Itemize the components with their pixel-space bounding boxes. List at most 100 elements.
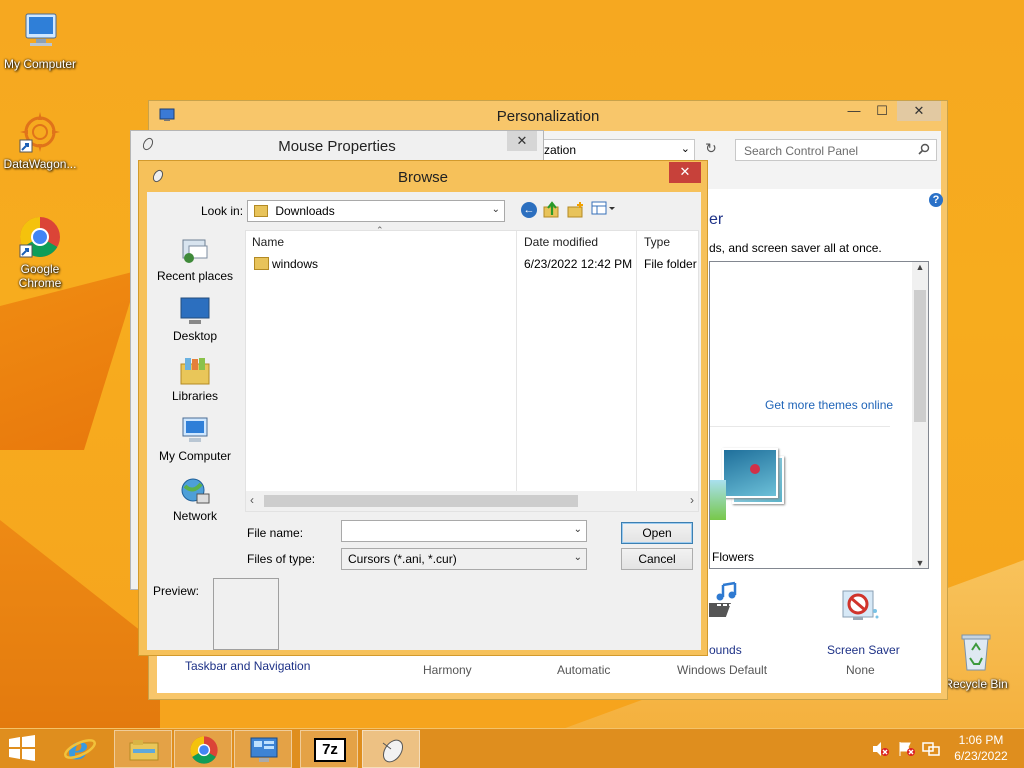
action-center-flag-icon[interactable] <box>898 741 916 760</box>
taskbar-7zip[interactable]: 7z <box>300 730 358 768</box>
table-row[interactable]: windows 6/23/2022 12:42 PM File folder <box>246 253 698 275</box>
maximize-button[interactable]: ☐ <box>869 101 895 121</box>
mouse-icon <box>377 735 407 768</box>
file-list[interactable]: ⌃ Name Date modified Type windows 6/23/2… <box>245 225 700 512</box>
scrollbar[interactable]: ▲ ▼ <box>912 262 928 568</box>
screen-saver-link[interactable]: Screen Saver <box>827 643 900 657</box>
refresh-icon[interactable]: ↻ <box>701 140 721 160</box>
page-heading: er <box>709 211 724 228</box>
preview-label: Preview: <box>153 584 200 598</box>
file-name: windows <box>272 257 319 271</box>
get-more-themes-link[interactable]: Get more themes online <box>765 398 893 412</box>
scroll-up-icon[interactable]: ▲ <box>912 262 928 272</box>
network-icon <box>179 476 211 506</box>
file-name-input[interactable]: ⌄ <box>341 520 587 542</box>
themes-list[interactable]: ▲ ▼ Get more themes online Flowers <box>709 261 929 569</box>
chevron-down-icon: ⌄ <box>491 204 500 215</box>
place-label: Desktop <box>172 329 218 343</box>
taskbar-chrome[interactable] <box>174 730 232 768</box>
clock-date: 6/23/2022 <box>954 749 1008 763</box>
files-of-type-dropdown[interactable]: Cursors (*.ani, *.cur) ⌄ <box>341 548 587 570</box>
7zip-icon: 7z <box>314 738 346 762</box>
search-icon[interactable] <box>918 143 930 158</box>
screen-saver-icon[interactable] <box>837 587 881 631</box>
chevron-down-icon: ⌄ <box>573 552 582 563</box>
place-label: Recent places <box>156 269 234 283</box>
window-title: Personalization <box>496 108 600 125</box>
look-in-value: Downloads <box>275 204 335 218</box>
datawagon-icon <box>18 110 62 154</box>
address-text: zation <box>544 143 577 157</box>
desktop-icon-label: DataWagon... <box>3 157 77 171</box>
close-button[interactable]: ✕ <box>897 101 941 121</box>
desktop-icon-datawagon[interactable]: DataWagon... <box>0 110 80 171</box>
taskbar-navigation-link[interactable]: Taskbar and Navigation <box>185 659 310 673</box>
scroll-left-icon[interactable]: ‹ <box>250 493 254 507</box>
files-of-type-value: Cursors (*.ani, *.cur) <box>348 552 457 566</box>
internet-explorer-icon[interactable]: e <box>62 729 102 767</box>
address-bar[interactable]: zation ⌄ <box>537 139 695 161</box>
taskbar-mouse-properties[interactable] <box>362 730 420 768</box>
taskbar-control-panel[interactable] <box>234 730 292 768</box>
new-folder-icon[interactable] <box>567 201 585 222</box>
preview-box <box>213 578 279 650</box>
sounds-link[interactable]: ounds <box>709 643 742 657</box>
look-in-label: Look in: <box>201 204 244 218</box>
clock[interactable]: 1:06 PM 6/23/2022 <box>946 733 1016 763</box>
folder-icon <box>254 205 268 217</box>
column-header-type[interactable]: Type <box>638 231 700 253</box>
windows-start-icon[interactable] <box>8 735 38 763</box>
theme-flowers-thumbnail[interactable] <box>710 446 790 530</box>
taskbar-file-explorer[interactable] <box>114 730 172 768</box>
place-libraries[interactable]: Libraries <box>147 356 243 403</box>
window-title: Mouse Properties <box>278 138 396 155</box>
up-folder-icon[interactable] <box>543 201 561 222</box>
scroll-thumb[interactable] <box>264 495 578 507</box>
desktop-icon-recycle-bin[interactable]: Recycle Bin <box>936 630 1016 691</box>
scroll-right-icon[interactable]: › <box>690 493 694 507</box>
open-button[interactable]: Open <box>621 522 693 544</box>
scroll-down-icon[interactable]: ▼ <box>912 558 928 568</box>
chrome-icon <box>18 215 62 259</box>
look-in-dropdown[interactable]: Downloads ⌄ <box>247 200 505 222</box>
minimize-button[interactable]: — <box>841 101 867 121</box>
browse-titlebar[interactable]: Browse ✕ <box>139 161 707 191</box>
theme-flowers-label[interactable]: Flowers <box>712 550 754 564</box>
network-icon[interactable] <box>922 741 940 760</box>
volume-muted-icon[interactable] <box>872 741 890 760</box>
sounds-value: Windows Default <box>677 663 768 677</box>
file-name-label: File name: <box>247 526 304 540</box>
desktop-icon-my-computer[interactable]: My Computer <box>0 10 80 71</box>
personalization-titlebar[interactable]: Personalization — ☐ ✕ <box>149 101 947 131</box>
mouse-properties-titlebar[interactable]: Mouse Properties ✕ <box>131 131 543 161</box>
scroll-thumb[interactable] <box>914 290 926 422</box>
chevron-down-icon[interactable]: ⌄ <box>681 142 690 155</box>
desktop-icon-label: My Computer <box>3 57 77 71</box>
place-label: Libraries <box>171 389 219 403</box>
file-explorer-icon <box>129 739 159 764</box>
browse-body: Look in: Downloads ⌄ ← Recent places Des… <box>147 192 701 650</box>
horizontal-scrollbar[interactable]: ‹ › <box>246 491 698 511</box>
close-button[interactable]: ✕ <box>507 131 537 151</box>
color-value: Automatic <box>557 663 611 677</box>
desktop-icon <box>179 296 211 326</box>
help-icon[interactable]: ? <box>929 193 943 207</box>
close-button[interactable]: ✕ <box>669 162 701 183</box>
place-recent-places[interactable]: Recent places <box>147 236 243 283</box>
background-value: Harmony <box>423 663 472 677</box>
search-input[interactable]: Search Control Panel <box>735 139 937 161</box>
search-placeholder: Search Control Panel <box>744 144 859 158</box>
place-network[interactable]: Network <box>147 476 243 523</box>
place-desktop[interactable]: Desktop <box>147 296 243 343</box>
control-panel-icon <box>249 735 279 768</box>
sounds-icon[interactable] <box>697 581 749 621</box>
place-my-computer[interactable]: My Computer <box>147 416 243 463</box>
window-title: Browse <box>397 169 449 186</box>
back-icon[interactable]: ← <box>521 202 537 218</box>
column-header-date-modified[interactable]: Date modified <box>518 231 636 253</box>
desktop-icon-chrome[interactable]: Google Chrome <box>0 215 80 290</box>
wallpaper-shape <box>0 270 140 450</box>
cancel-button[interactable]: Cancel <box>621 548 693 570</box>
column-header-name[interactable]: Name <box>246 231 516 253</box>
view-menu-icon[interactable] <box>591 201 617 220</box>
